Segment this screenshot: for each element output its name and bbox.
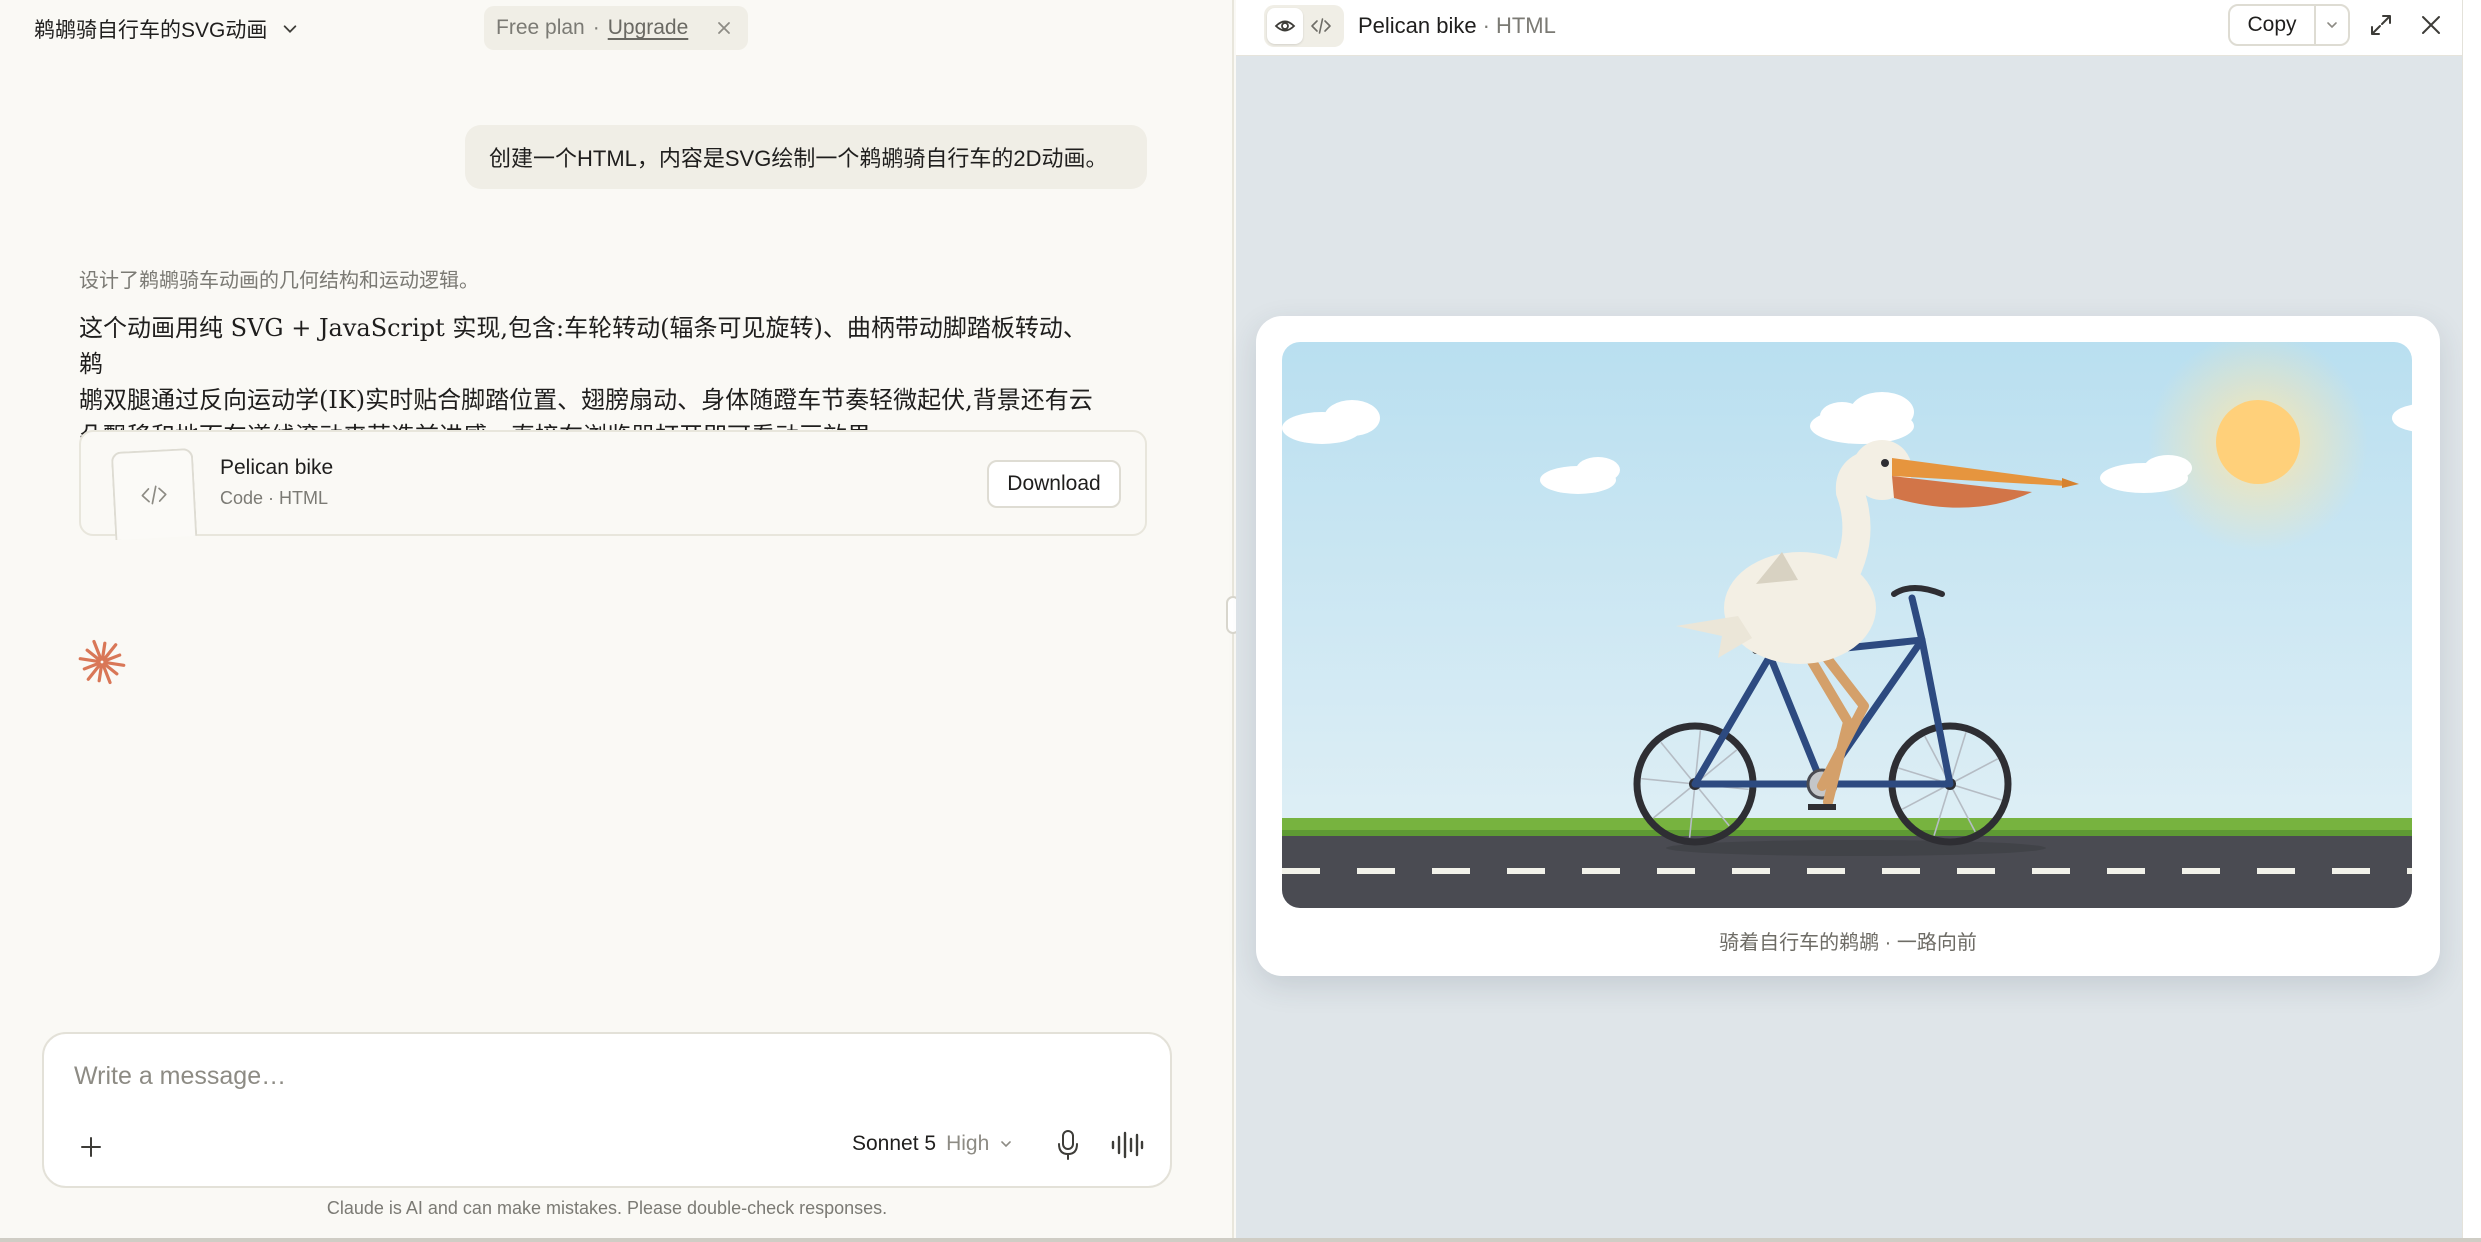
chevron-down-icon bbox=[284, 25, 297, 33]
lane-dash bbox=[1432, 868, 1470, 874]
artifact-title-separator: · bbox=[1482, 13, 1490, 38]
artifact-meta: Code · HTML bbox=[220, 488, 329, 508]
effort-level: High bbox=[946, 1132, 990, 1155]
view-toggle bbox=[1264, 5, 1344, 47]
lane-dash bbox=[1957, 868, 1995, 874]
copy-button-group: Copy bbox=[2228, 4, 2350, 46]
plan-banner: Free plan · Upgrade bbox=[484, 6, 748, 50]
code-tab[interactable] bbox=[1303, 8, 1339, 44]
pedal bbox=[1808, 804, 1836, 810]
model-name: Sonnet 5 bbox=[852, 1132, 937, 1155]
chevron-down-icon bbox=[2327, 22, 2337, 29]
message-input[interactable] bbox=[74, 1062, 974, 1091]
preview-caption: 骑着自行车的鹈鹕 · 一路向前 bbox=[1719, 932, 1977, 954]
model-selector[interactable]: Sonnet 5 High bbox=[852, 1132, 1013, 1156]
reply-line: 这个动画用纯 SVG + JavaScript 实现,包含:车轮转动(辐条可见旋… bbox=[79, 314, 1087, 378]
lane-dash bbox=[1507, 868, 1545, 874]
claude-spark-icon bbox=[78, 639, 126, 685]
user-message: 创建一个HTML，内容是SVG绘制一个鹈鹕骑自行车的2D动画。 bbox=[465, 125, 1147, 189]
copy-options-button[interactable] bbox=[2316, 6, 2348, 44]
artifact-thumbnail bbox=[110, 447, 198, 541]
conversation-title: 鹈鹕骑自行车的SVG动画 bbox=[34, 19, 268, 42]
lane-dash bbox=[2407, 868, 2412, 874]
message-composer: Sonnet 5 High bbox=[42, 1032, 1172, 1188]
download-button[interactable]: Download bbox=[987, 460, 1121, 508]
reply-line: 鹕双腿通过反向运动学(IK)实时贴合脚踏位置、翅膀扇动、身体随蹬车节奏轻微起伏,… bbox=[79, 386, 1093, 414]
artifact-preview: 骑着自行车的鹈鹕 · 一路向前 bbox=[1256, 316, 2440, 976]
artifact-title: Pelican bike · HTML bbox=[1358, 13, 1556, 39]
close-icon[interactable] bbox=[2418, 12, 2444, 38]
lane-dash bbox=[1807, 868, 1845, 874]
expand-icon[interactable] bbox=[2368, 12, 2394, 38]
grass-edge bbox=[1282, 830, 2412, 836]
voice-waveform-icon[interactable] bbox=[1110, 1130, 1144, 1160]
lane-dash bbox=[1357, 868, 1395, 874]
lane-dash bbox=[2257, 868, 2295, 874]
lane-dash bbox=[1882, 868, 1920, 874]
bike-shadow bbox=[1666, 840, 2046, 856]
plan-separator: · bbox=[592, 16, 600, 39]
code-icon bbox=[1311, 18, 1331, 34]
upgrade-link[interactable]: Upgrade bbox=[608, 16, 689, 40]
lane-dash bbox=[2182, 868, 2220, 874]
lane-dash bbox=[2107, 868, 2145, 874]
copy-button[interactable]: Copy bbox=[2230, 6, 2316, 44]
plan-label: Free plan bbox=[496, 16, 585, 39]
artifact-card[interactable]: Pelican bike Code · HTML Download bbox=[79, 430, 1147, 541]
lane-dash bbox=[2032, 868, 2070, 874]
plus-icon[interactable] bbox=[78, 1134, 104, 1160]
lane-dash bbox=[2332, 868, 2370, 874]
thinking-summary[interactable]: 设计了鹈鹕骑车动画的几何结构和运动逻辑。 bbox=[79, 264, 479, 293]
artifact-title-kind: HTML bbox=[1495, 13, 1556, 38]
artifact-pane: Pelican bike · HTML Copy 骑着自行车的鹈鹕 · 一路向前 bbox=[1236, 0, 2462, 1242]
artifact-name: Pelican bike bbox=[220, 456, 334, 479]
artifact-title-name: Pelican bike bbox=[1358, 13, 1477, 38]
lane-dash bbox=[1732, 868, 1770, 874]
chevron-down-icon bbox=[1001, 1141, 1012, 1148]
lane-dash bbox=[1657, 868, 1695, 874]
window-scrollbar[interactable] bbox=[2462, 0, 2481, 1242]
sun bbox=[2216, 400, 2300, 484]
window-bottom-border bbox=[0, 1238, 2481, 1242]
lane-dash bbox=[1582, 868, 1620, 874]
artifact-header: Pelican bike · HTML Copy bbox=[1236, 0, 2462, 56]
eye-icon bbox=[1274, 20, 1296, 32]
code-icon bbox=[141, 485, 167, 505]
microphone-icon[interactable] bbox=[1054, 1128, 1082, 1162]
disclaimer: Claude is AI and can make mistakes. Plea… bbox=[326, 1198, 888, 1218]
lane-dash bbox=[1282, 868, 1320, 874]
close-icon[interactable] bbox=[714, 18, 734, 38]
preview-tab[interactable] bbox=[1267, 8, 1303, 44]
user-message-text: 创建一个HTML，内容是SVG绘制一个鹈鹕骑自行车的2D动画。 bbox=[489, 146, 1108, 171]
conversation-title-menu[interactable]: 鹈鹕骑自行车的SVG动画 bbox=[34, 14, 299, 44]
chat-pane: 鹈鹕骑自行车的SVG动画 Free plan · Upgrade 创建一个HTM… bbox=[0, 0, 1234, 1242]
pelican-bike-scene bbox=[1282, 342, 2412, 908]
